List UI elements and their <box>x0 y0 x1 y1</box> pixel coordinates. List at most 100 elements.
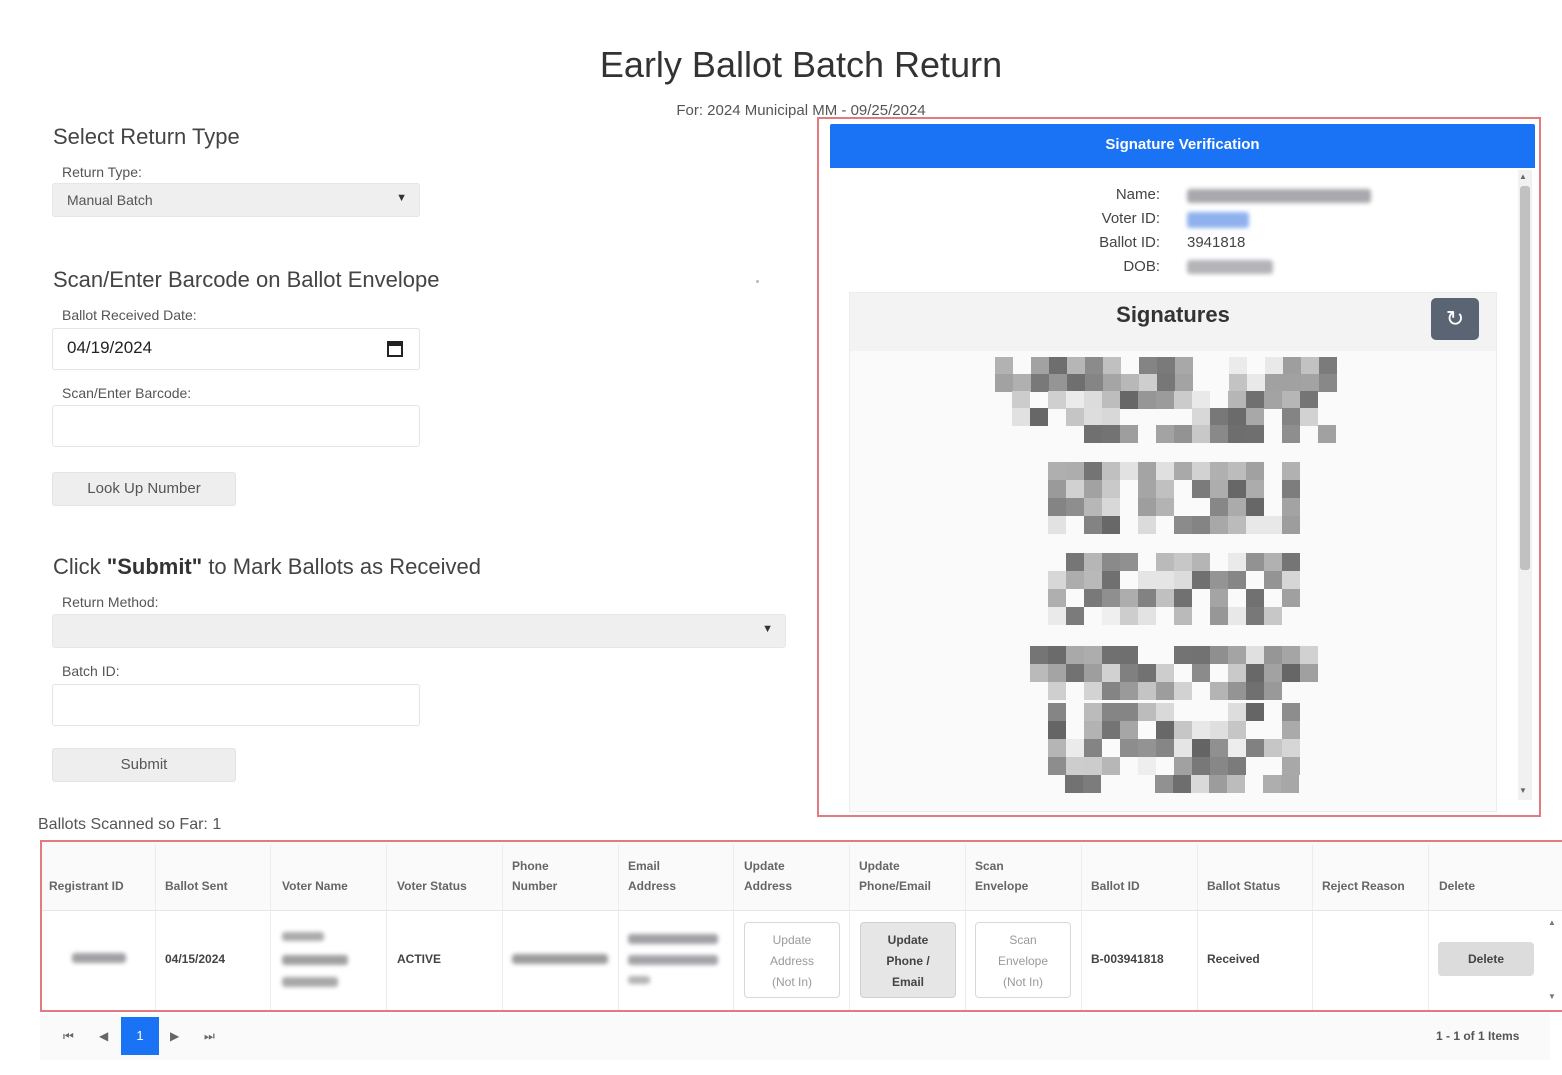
signature-pixel <box>1192 646 1210 664</box>
signature-pixel <box>1175 357 1193 375</box>
signature-pixel <box>1192 757 1210 775</box>
col-scan-envelope[interactable]: Scan Envelope <box>975 856 1028 896</box>
update-address-line2: Address <box>769 954 815 968</box>
refresh-signatures-button[interactable]: ↻ <box>1431 298 1479 340</box>
delete-button[interactable]: Delete <box>1438 942 1534 976</box>
col-reject-reason[interactable]: Reject Reason <box>1322 876 1405 896</box>
signature-pixel <box>1084 646 1102 664</box>
col-divider <box>1081 845 1082 1010</box>
signature-pixel <box>1174 425 1192 443</box>
signature-pixel <box>1156 480 1174 498</box>
scan-envelope-line1: Scan <box>1009 933 1037 947</box>
col-divider <box>155 845 156 1010</box>
signature-pixel <box>1282 703 1300 721</box>
signature-pixel <box>1192 425 1210 443</box>
submit-title-bold: "Submit" <box>106 554 203 579</box>
table-scroll-down-icon[interactable]: ▼ <box>1548 992 1556 1001</box>
received-date-input[interactable]: 04/19/2024 <box>52 328 420 370</box>
signature-pixel <box>1174 462 1192 480</box>
signature-pixel <box>1156 739 1174 757</box>
signature-pixel <box>1228 516 1246 534</box>
col-ballot-sent[interactable]: Ballot Sent <box>165 876 228 896</box>
ballot-id-label: Ballot ID: <box>1099 234 1160 251</box>
signature-pixel <box>1282 721 1300 739</box>
col-phone-line1: Phone <box>512 859 549 873</box>
col-update-phone-email[interactable]: Update Phone/Email <box>859 856 931 896</box>
signature-pixel <box>1138 607 1156 625</box>
signature-pixel <box>1155 775 1173 793</box>
voter-id-link-redacted[interactable] <box>1187 212 1249 228</box>
col-voter-status[interactable]: Voter Status <box>397 876 467 896</box>
col-ballot-id[interactable]: Ballot ID <box>1091 876 1140 896</box>
signature-pixel <box>1048 391 1066 409</box>
signature-pixel <box>1281 775 1299 793</box>
signature-pixel <box>1282 646 1300 664</box>
col-registrant-id[interactable]: Registrant ID <box>49 876 124 896</box>
signature-pixel <box>1138 664 1156 682</box>
signature-pixel <box>1102 480 1120 498</box>
signature-pixel <box>1084 516 1102 534</box>
signature-pixel <box>1210 462 1228 480</box>
col-voter-name[interactable]: Voter Name <box>282 876 348 896</box>
signature-pixel <box>1282 462 1300 480</box>
signature-pixel <box>1138 516 1156 534</box>
table-scroll-up-icon[interactable]: ▲ <box>1548 918 1556 927</box>
return-method-select[interactable]: ▼ <box>52 614 786 648</box>
signature-pixel <box>1084 571 1102 589</box>
signature-pixel <box>1210 646 1228 664</box>
signature-pixel <box>1192 553 1210 571</box>
next-page-icon[interactable]: ▶ <box>170 1029 179 1043</box>
last-page-icon[interactable]: ⏭ <box>204 1029 215 1044</box>
signature-pixel <box>1048 703 1066 721</box>
signature-pixel <box>1228 703 1246 721</box>
col-phone-line2: Number <box>512 879 558 893</box>
signature-pixel <box>1318 425 1336 443</box>
col-delete[interactable]: Delete <box>1439 876 1475 896</box>
update-address-button[interactable]: Update Address (Not In) <box>744 922 840 998</box>
submit-button[interactable]: Submit <box>52 748 236 782</box>
signature-pixel <box>1048 721 1066 739</box>
signature-pixel <box>1246 425 1264 443</box>
signature-pixel <box>1246 391 1264 409</box>
signature-pixel <box>1102 425 1120 443</box>
prev-page-icon[interactable]: ◀ <box>99 1029 108 1043</box>
barcode-input[interactable] <box>52 405 420 447</box>
update-phone-email-button[interactable]: Update Phone / Email <box>860 922 956 998</box>
scrollbar-thumb[interactable] <box>1520 186 1530 570</box>
update-address-line1: Update <box>772 933 812 947</box>
signature-pixel <box>1174 757 1192 775</box>
return-type-select[interactable]: Manual Batch ▼ <box>52 183 420 217</box>
email-redacted-line <box>628 976 650 984</box>
col-update-address[interactable]: Update Address <box>744 856 792 896</box>
signature-pixel <box>1084 703 1102 721</box>
signature-pixel <box>1156 703 1174 721</box>
col-phone-number[interactable]: Phone Number <box>512 856 557 896</box>
signature-pixel <box>1012 391 1030 409</box>
first-page-icon[interactable]: ⏮ <box>63 1029 74 1044</box>
signature-pixel <box>1138 462 1156 480</box>
signature-pixel <box>1264 391 1282 409</box>
signature-pixel <box>1156 391 1174 409</box>
dot-divider <box>756 280 759 283</box>
page-1-button[interactable]: 1 <box>121 1017 159 1055</box>
scroll-down-icon[interactable]: ▼ <box>1519 786 1527 795</box>
signature-pixel <box>1228 721 1246 739</box>
calendar-icon[interactable] <box>387 339 403 362</box>
signature-pixel <box>1282 757 1300 775</box>
signature-pixel <box>1265 374 1283 392</box>
scan-envelope-button[interactable]: Scan Envelope (Not In) <box>975 922 1071 998</box>
signature-pixel <box>1301 357 1319 375</box>
signature-pixel <box>1066 607 1084 625</box>
signature-pixel <box>1319 374 1337 392</box>
signature-pixel <box>1102 408 1120 426</box>
signatures-title: Signatures <box>1116 302 1230 327</box>
col-email-address[interactable]: Email Address <box>628 856 676 896</box>
signature-pixel <box>1102 664 1120 682</box>
batch-id-input[interactable] <box>52 684 420 726</box>
signature-pixel <box>1120 553 1138 571</box>
scroll-up-icon[interactable]: ▲ <box>1519 172 1527 181</box>
signature-pixel <box>1192 571 1210 589</box>
signature-pixel <box>1210 408 1228 426</box>
col-ballot-status[interactable]: Ballot Status <box>1207 876 1280 896</box>
look-up-number-button[interactable]: Look Up Number <box>52 472 236 506</box>
